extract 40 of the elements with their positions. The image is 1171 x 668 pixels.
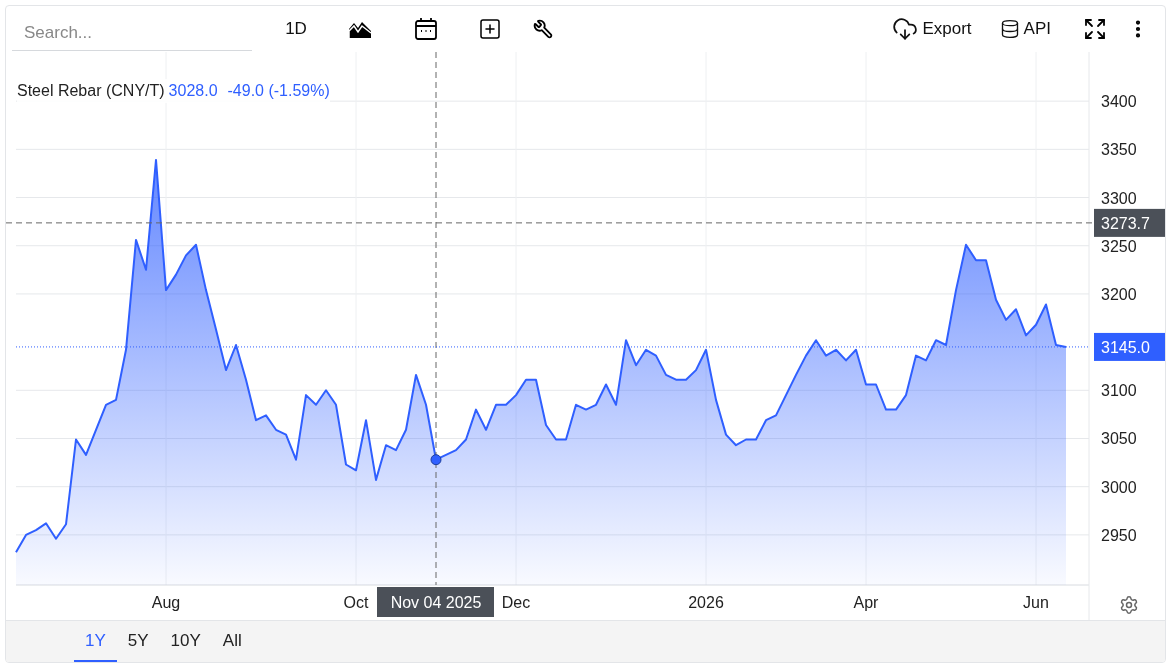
axis-label: 3350 <box>1101 141 1137 159</box>
axis-label: 2950 <box>1101 526 1137 544</box>
axis-label: 3250 <box>1101 237 1137 255</box>
legend-change: -49.0 (-1.59%) <box>227 81 330 101</box>
wrench-icon[interactable] <box>533 19 553 39</box>
axis-label: Dec <box>501 594 531 611</box>
axis-label: 3000 <box>1101 478 1137 496</box>
range-tab[interactable]: 1Y <box>74 621 117 662</box>
range-tab[interactable]: 5Y <box>116 621 160 662</box>
database-icon <box>999 19 1020 39</box>
area-chart-icon[interactable] <box>348 19 372 39</box>
axis-label: 3300 <box>1101 189 1137 207</box>
legend-value: 3028.0 <box>168 81 218 101</box>
axis-label: 3200 <box>1101 285 1137 303</box>
calendar-icon[interactable] <box>414 17 438 41</box>
axis-label: Oct <box>343 594 369 611</box>
price-label: 3145.0 <box>1094 332 1165 361</box>
interval-button[interactable]: 1D <box>284 16 308 42</box>
axis-label: 3400 <box>1101 93 1137 111</box>
date-label: Nov 04 2025 <box>377 587 494 617</box>
axis-label: Jun <box>1023 594 1049 611</box>
axis-label: 3100 <box>1101 382 1137 400</box>
toolbar-button[interactable]: API <box>999 16 1051 42</box>
legend-title: Steel Rebar (CNY/T) <box>17 81 165 101</box>
ref-line-label: 3273.7 <box>1101 214 1151 232</box>
fullscreen-icon[interactable] <box>1083 17 1107 41</box>
axis-label: 3050 <box>1101 430 1137 448</box>
range-tab[interactable]: All <box>211 621 253 662</box>
axis-label: Aug <box>151 594 181 611</box>
add-square-icon[interactable] <box>478 17 502 41</box>
axis-label: 2026 <box>688 594 724 611</box>
crosshair-point <box>430 454 442 466</box>
search-field[interactable]: Search... <box>12 15 252 51</box>
range-tab[interactable]: 10Y <box>159 621 212 662</box>
toolbar-button[interactable]: Export <box>892 16 972 42</box>
price-label: 3273.7 <box>1094 208 1165 237</box>
settings-icon[interactable] <box>1119 595 1139 615</box>
ref-line-label: 3145.0 <box>1101 338 1151 356</box>
axis-label: Apr <box>853 594 879 611</box>
cloud-download-icon <box>892 16 919 42</box>
